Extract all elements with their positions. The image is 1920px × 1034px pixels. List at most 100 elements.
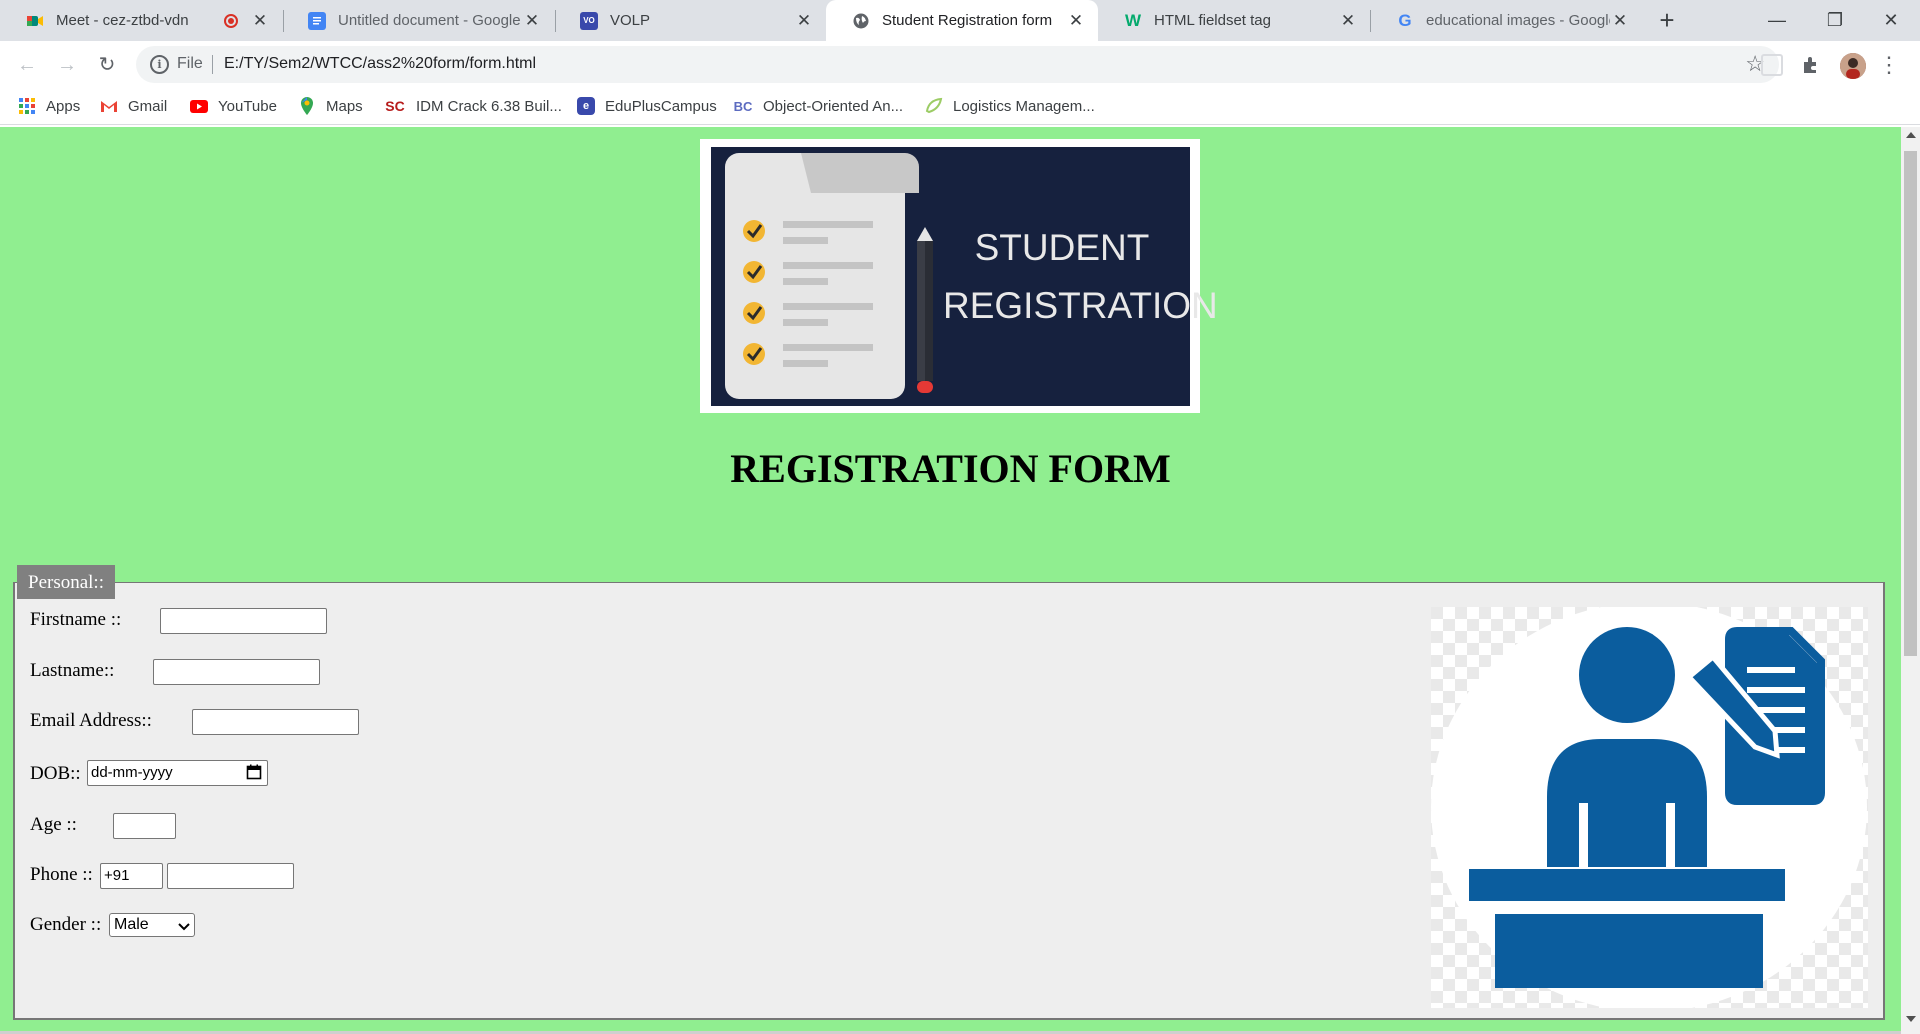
lastname-label: Lastname:: bbox=[30, 660, 115, 681]
info-icon[interactable]: i bbox=[150, 55, 169, 74]
close-icon[interactable]: ✕ bbox=[250, 11, 270, 31]
firstname-label: Firstname :: bbox=[30, 609, 122, 630]
bookmark-idm[interactable]: SC IDM Crack 6.38 Buil... bbox=[384, 88, 562, 124]
tab-title: Meet - cez-ztbd-vdn bbox=[56, 12, 189, 29]
fieldset-legend: Personal:: bbox=[17, 565, 115, 599]
google-docs-icon bbox=[308, 11, 326, 30]
scroll-up-arrow-icon[interactable] bbox=[1906, 132, 1916, 138]
scrollbar-thumb[interactable] bbox=[1904, 151, 1917, 656]
volp-icon: VO bbox=[580, 11, 598, 30]
close-window-icon[interactable]: ✕ bbox=[1862, 0, 1920, 41]
eduplus-icon: e bbox=[577, 97, 595, 115]
tab-student-registration[interactable]: Student Registration form ✕ bbox=[826, 0, 1098, 41]
bookmark-label: Maps bbox=[326, 97, 363, 115]
recording-indicator-icon bbox=[224, 13, 238, 28]
bookmark-label: Object-Oriented An... bbox=[763, 97, 904, 115]
profile-avatar[interactable] bbox=[1840, 53, 1866, 79]
tab-meet[interactable]: Meet - cez-ztbd-vdn ✕ bbox=[0, 0, 282, 41]
close-icon[interactable]: ✕ bbox=[1066, 11, 1086, 31]
close-icon[interactable]: ✕ bbox=[794, 11, 814, 31]
tab-google-docs[interactable]: Untitled document - Google ✕ bbox=[282, 0, 554, 41]
dob-label: DOB:: bbox=[30, 763, 81, 784]
phone-input[interactable] bbox=[167, 863, 294, 889]
bookmark-label: Gmail bbox=[128, 97, 168, 115]
scroll-down-arrow-icon[interactable] bbox=[1906, 1016, 1916, 1022]
banner-line-2: REGISTRATION bbox=[943, 285, 1218, 326]
globe-icon bbox=[852, 12, 870, 30]
menu-kebab-icon[interactable]: ⋮ bbox=[1878, 53, 1900, 79]
gender-select[interactable]: Male bbox=[109, 913, 195, 937]
bookmark-eduplus[interactable]: e EduPlusCampus bbox=[577, 88, 717, 124]
bookmark-gmail[interactable]: Gmail bbox=[100, 88, 167, 124]
banner-image: STUDENT REGISTRATION bbox=[700, 139, 1218, 413]
apps-grid-icon bbox=[18, 97, 36, 115]
close-icon[interactable]: ✕ bbox=[522, 11, 542, 31]
extension-icon[interactable] bbox=[1761, 54, 1783, 76]
close-icon[interactable]: ✕ bbox=[1338, 11, 1358, 31]
bookmark-label: Apps bbox=[46, 97, 81, 115]
google-icon: G bbox=[1398, 10, 1412, 30]
email-input[interactable] bbox=[192, 709, 359, 735]
tab-title: educational images - Google bbox=[1426, 12, 1610, 29]
gmail-icon bbox=[100, 97, 118, 115]
gender-label: Gender :: bbox=[30, 914, 102, 935]
student-presenter-image bbox=[1431, 607, 1868, 1008]
bookmark-maps[interactable]: Maps bbox=[298, 88, 363, 124]
scheme-label: File bbox=[177, 55, 203, 72]
dob-placeholder: dd-mm-yyyy bbox=[91, 764, 173, 781]
google-meet-icon bbox=[26, 12, 44, 30]
w3schools-icon: W bbox=[1124, 10, 1142, 30]
country-code-input[interactable]: +91 bbox=[100, 863, 163, 889]
tab-html-fieldset[interactable]: W HTML fieldset tag ✕ bbox=[1098, 0, 1370, 41]
close-icon[interactable]: ✕ bbox=[1610, 11, 1630, 31]
address-bar[interactable]: i File E:/TY/Sem2/WTCC/ass2%20form/form.… bbox=[136, 46, 1779, 83]
bookmarks-bar: Apps Gmail YouTube Maps SC IDM Crack 6.3… bbox=[0, 88, 1920, 125]
age-input[interactable] bbox=[113, 813, 176, 839]
checklist-illustration bbox=[725, 153, 933, 399]
reload-icon[interactable]: ↻ bbox=[92, 50, 122, 80]
firstname-input[interactable] bbox=[160, 608, 327, 634]
bookmark-youtube[interactable]: YouTube bbox=[190, 88, 277, 124]
youtube-icon bbox=[190, 97, 208, 115]
page-viewport: STUDENT REGISTRATION REGISTRATION FORM P… bbox=[0, 127, 1901, 1034]
banner-line-1: STUDENT bbox=[974, 227, 1150, 268]
tab-title: Untitled document - Google bbox=[338, 12, 521, 29]
new-tab-button[interactable]: + bbox=[1652, 6, 1682, 36]
calendar-icon[interactable] bbox=[246, 764, 262, 780]
minimize-icon[interactable]: — bbox=[1748, 0, 1806, 41]
back-icon[interactable]: ← bbox=[12, 50, 42, 80]
puzzle-extensions-icon[interactable] bbox=[1800, 54, 1822, 76]
tab-title: HTML fieldset tag bbox=[1154, 12, 1271, 29]
page-title: REGISTRATION FORM bbox=[730, 446, 1171, 491]
vertical-scrollbar[interactable] bbox=[1901, 127, 1920, 1034]
tab-google-images[interactable]: G educational images - Google ✕ bbox=[1370, 0, 1642, 41]
email-label: Email Address:: bbox=[30, 710, 152, 731]
leaf-icon bbox=[925, 97, 943, 115]
browser-toolbar: ← → ↻ i File E:/TY/Sem2/WTCC/ass2%20form… bbox=[0, 41, 1920, 88]
browser-tab-strip: Meet - cez-ztbd-vdn ✕ Untitled document … bbox=[0, 0, 1920, 41]
bookmark-label: Logistics Managem... bbox=[953, 97, 1095, 115]
maps-icon bbox=[298, 97, 316, 115]
tab-title: Student Registration form bbox=[882, 12, 1053, 29]
bookmark-logistics[interactable]: Logistics Managem... bbox=[925, 88, 1095, 124]
chevron-down-icon bbox=[178, 917, 190, 939]
bookmark-label: EduPlusCampus bbox=[605, 97, 717, 115]
bookmark-ooad[interactable]: BC Object-Oriented An... bbox=[733, 88, 903, 124]
tab-volp[interactable]: VO VOLP ✕ bbox=[554, 0, 826, 41]
url-text[interactable]: E:/TY/Sem2/WTCC/ass2%20form/form.html bbox=[224, 55, 536, 73]
address-divider bbox=[212, 55, 213, 74]
person-at-podium-icon bbox=[1431, 607, 1868, 1008]
tab-title: VOLP bbox=[610, 12, 651, 29]
bc-icon: BC bbox=[733, 98, 753, 114]
gender-selected-value: Male bbox=[114, 916, 149, 933]
bookmark-apps[interactable]: Apps bbox=[18, 88, 80, 124]
forward-icon[interactable]: → bbox=[52, 50, 82, 80]
dob-date-input[interactable]: dd-mm-yyyy bbox=[87, 760, 268, 786]
bookmark-label: YouTube bbox=[218, 97, 277, 115]
restore-window-icon[interactable]: ❐ bbox=[1806, 0, 1864, 41]
lastname-input[interactable] bbox=[153, 659, 320, 685]
sc-icon: SC bbox=[385, 98, 405, 114]
age-label: Age :: bbox=[30, 814, 77, 835]
phone-label: Phone :: bbox=[30, 864, 93, 885]
banner-artwork: STUDENT REGISTRATION bbox=[711, 147, 1218, 406]
